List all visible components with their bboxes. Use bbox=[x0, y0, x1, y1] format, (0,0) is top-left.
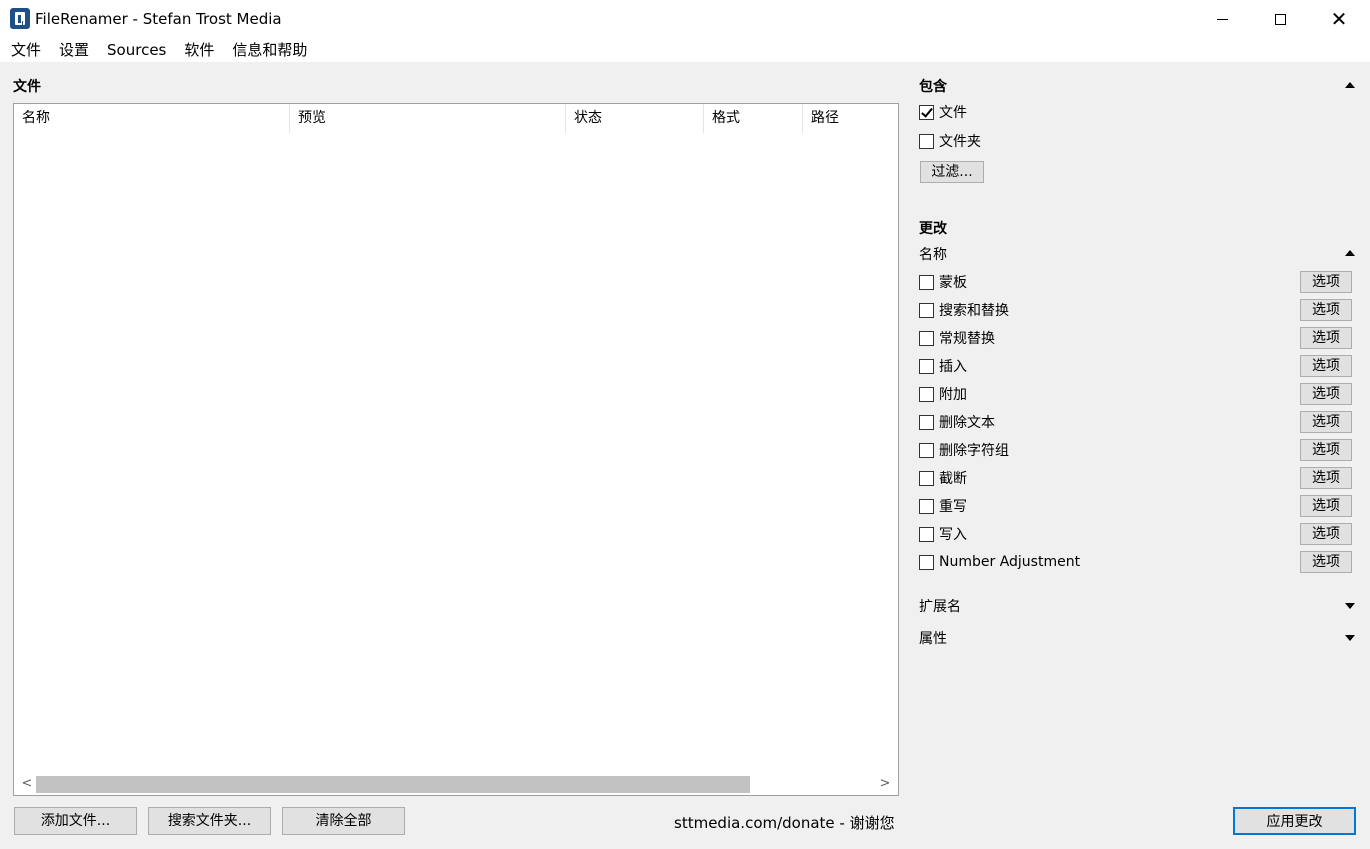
option-settings-button[interactable]: 选项 bbox=[1300, 551, 1352, 573]
change-section-title: 更改 bbox=[919, 221, 947, 237]
horizontal-scrollbar[interactable]: < > bbox=[14, 773, 898, 795]
option-row[interactable]: 写入 bbox=[919, 524, 967, 544]
include-folders-row[interactable]: 文件夹 bbox=[919, 131, 981, 151]
include-files-row[interactable]: 文件 bbox=[919, 102, 967, 122]
option-checkbox[interactable] bbox=[919, 526, 934, 542]
column-header-status[interactable]: 状态 bbox=[566, 104, 704, 133]
option-label: 删除字符组 bbox=[939, 443, 1009, 459]
option-label: 删除文本 bbox=[939, 415, 995, 431]
title-bar: FileRenamer - Stefan Trost Media ✕ bbox=[0, 0, 1370, 38]
option-label: Number Adjustment bbox=[939, 554, 1081, 570]
close-icon: ✕ bbox=[1330, 7, 1348, 31]
attributes-section-title[interactable]: 属性 bbox=[919, 628, 947, 648]
option-settings-button[interactable]: 选项 bbox=[1300, 271, 1352, 293]
files-section-title: 文件 bbox=[13, 79, 41, 95]
option-checkbox[interactable] bbox=[919, 330, 934, 346]
menu-help[interactable]: 信息和帮助 bbox=[223, 38, 316, 62]
option-row[interactable]: 插入 bbox=[919, 356, 967, 376]
option-settings-button[interactable]: 选项 bbox=[1300, 411, 1352, 433]
clear-all-button[interactable]: 清除全部 bbox=[282, 807, 405, 835]
column-header-path[interactable]: 路径 bbox=[803, 104, 898, 133]
menu-file[interactable]: 文件 bbox=[2, 38, 50, 62]
option-checkbox[interactable] bbox=[919, 302, 934, 318]
maximize-button[interactable] bbox=[1251, 0, 1309, 38]
option-row[interactable]: 截断 bbox=[919, 468, 967, 488]
close-button[interactable]: ✕ bbox=[1310, 0, 1368, 38]
option-checkbox[interactable] bbox=[919, 358, 934, 374]
option-label: 插入 bbox=[939, 359, 967, 375]
collapse-up-icon[interactable] bbox=[1345, 250, 1355, 256]
menu-bar: 文件 设置 Sources 软件 信息和帮助 bbox=[0, 38, 1370, 62]
option-settings-button[interactable]: 选项 bbox=[1300, 439, 1352, 461]
option-row[interactable]: Number Adjustment bbox=[919, 552, 1080, 572]
option-label: 写入 bbox=[939, 527, 967, 543]
option-checkbox[interactable] bbox=[919, 470, 934, 486]
column-header-format[interactable]: 格式 bbox=[704, 104, 803, 133]
option-row[interactable]: 蒙板 bbox=[919, 272, 967, 292]
include-files-checkbox[interactable] bbox=[919, 104, 934, 120]
option-settings-button[interactable]: 选项 bbox=[1300, 383, 1352, 405]
option-settings-button[interactable]: 选项 bbox=[1300, 467, 1352, 489]
option-checkbox[interactable] bbox=[919, 274, 934, 290]
include-folders-label: 文件夹 bbox=[939, 134, 981, 150]
option-label: 常规替换 bbox=[939, 331, 995, 347]
minimize-icon bbox=[1216, 18, 1228, 20]
option-row[interactable]: 常规替换 bbox=[919, 328, 995, 348]
option-checkbox[interactable] bbox=[919, 386, 934, 402]
name-subsection-title: 名称 bbox=[919, 247, 947, 263]
expand-down-icon[interactable] bbox=[1345, 635, 1355, 641]
option-row[interactable]: 搜索和替换 bbox=[919, 300, 1009, 320]
search-folder-button[interactable]: 搜索文件夹... bbox=[148, 807, 271, 835]
scrollbar-thumb[interactable] bbox=[36, 776, 750, 793]
window-title: FileRenamer - Stefan Trost Media bbox=[35, 10, 282, 28]
option-settings-button[interactable]: 选项 bbox=[1300, 355, 1352, 377]
option-checkbox[interactable] bbox=[919, 498, 934, 514]
option-checkbox[interactable] bbox=[919, 554, 934, 570]
file-list[interactable]: 名称 预览 状态 格式 路径 < > bbox=[13, 103, 899, 796]
app-logo-icon bbox=[10, 8, 30, 29]
option-settings-button[interactable]: 选项 bbox=[1300, 523, 1352, 545]
menu-sources[interactable]: Sources bbox=[98, 38, 175, 62]
include-files-label: 文件 bbox=[939, 105, 967, 121]
option-label: 截断 bbox=[939, 471, 967, 487]
apply-changes-button[interactable]: 应用更改 bbox=[1233, 807, 1356, 835]
option-settings-button[interactable]: 选项 bbox=[1300, 495, 1352, 517]
donate-link[interactable]: sttmedia.com/donate - 谢谢您 bbox=[674, 812, 895, 833]
option-settings-button[interactable]: 选项 bbox=[1300, 327, 1352, 349]
option-label: 蒙板 bbox=[939, 275, 967, 291]
scroll-right-icon[interactable]: > bbox=[876, 775, 894, 793]
extension-section-title[interactable]: 扩展名 bbox=[919, 596, 961, 616]
option-checkbox[interactable] bbox=[919, 414, 934, 430]
minimize-button[interactable] bbox=[1193, 0, 1251, 38]
expand-down-icon[interactable] bbox=[1345, 603, 1355, 609]
option-row[interactable]: 删除字符组 bbox=[919, 440, 1009, 460]
add-files-button[interactable]: 添加文件... bbox=[14, 807, 137, 835]
column-header-name[interactable]: 名称 bbox=[14, 104, 290, 133]
option-row[interactable]: 重写 bbox=[919, 496, 967, 516]
option-settings-button[interactable]: 选项 bbox=[1300, 299, 1352, 321]
option-label: 附加 bbox=[939, 387, 967, 403]
option-row[interactable]: 删除文本 bbox=[919, 412, 995, 432]
include-section-title: 包含 bbox=[919, 79, 947, 95]
collapse-up-icon[interactable] bbox=[1345, 82, 1355, 88]
option-row[interactable]: 附加 bbox=[919, 384, 967, 404]
filter-button[interactable]: 过滤... bbox=[920, 161, 984, 183]
maximize-icon bbox=[1274, 13, 1286, 25]
scroll-left-icon[interactable]: < bbox=[18, 775, 36, 793]
column-header-preview[interactable]: 预览 bbox=[290, 104, 566, 133]
include-folders-checkbox[interactable] bbox=[919, 133, 934, 149]
option-checkbox[interactable] bbox=[919, 442, 934, 458]
option-label: 重写 bbox=[939, 499, 967, 515]
menu-software[interactable]: 软件 bbox=[175, 38, 223, 62]
menu-settings[interactable]: 设置 bbox=[50, 38, 98, 62]
option-label: 搜索和替换 bbox=[939, 303, 1009, 319]
